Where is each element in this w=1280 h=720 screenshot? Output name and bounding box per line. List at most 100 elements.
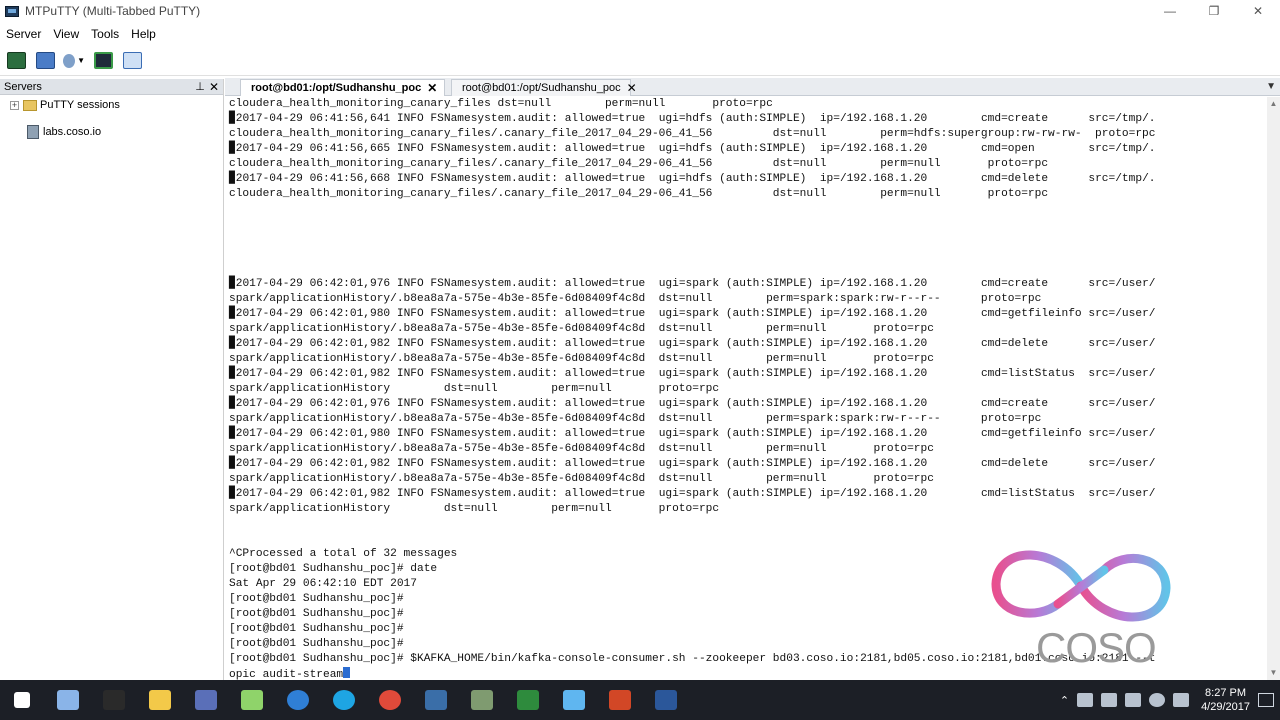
taskbar-chrome-button[interactable]: [370, 680, 410, 720]
tree-item-putty-sessions[interactable]: + PuTTY sessions: [10, 99, 120, 111]
title-bar: MTPuTTY (Multi-Tabbed PuTTY) — ❐ ✕: [0, 0, 1280, 22]
close-button[interactable]: ✕: [1236, 0, 1280, 22]
restore-button[interactable]: ❐: [1192, 0, 1236, 22]
volume-icon[interactable]: [1125, 693, 1142, 707]
terminal-line: cloudera_health_monitoring_canary_files/…: [229, 188, 1049, 200]
panel-close-icon[interactable]: ✕: [207, 80, 221, 94]
file-explorer-icon: [149, 690, 171, 710]
network-icon: [57, 690, 79, 710]
terminal-line: spark/applicationHistory/.b8ea8a7a-575e-…: [229, 413, 1042, 425]
windows-start-icon: [14, 692, 30, 708]
tree-item-labs-coso[interactable]: labs.coso.io: [27, 125, 101, 139]
clock[interactable]: 8:27 PM 4/29/2017: [1201, 686, 1250, 714]
taskbar: ⌃ 8:27 PM 4/29/2017: [0, 680, 1280, 720]
terminal-line: Sat Apr 29 06:42:10 EDT 2017: [229, 578, 417, 590]
notification-icon[interactable]: [1258, 693, 1274, 707]
menu-view[interactable]: View: [47, 27, 85, 41]
terminal-line: ▉2017-04-29 06:42:01,982 INFO FSNamesyst…: [229, 368, 1156, 380]
taskbar-excel-button[interactable]: [508, 680, 548, 720]
taskbar-network-button[interactable]: [48, 680, 88, 720]
toolbar: ▼: [0, 46, 1280, 76]
vm-icon: [471, 690, 493, 710]
terminal-line: opic audit-stream: [229, 667, 351, 680]
taskbar-snowflake-button[interactable]: [554, 680, 594, 720]
menu-tools[interactable]: Tools: [85, 27, 125, 41]
dropdown-arrow-icon[interactable]: ▼: [77, 56, 85, 65]
edge-icon: [287, 690, 309, 710]
script-button[interactable]: [121, 50, 143, 72]
server-icon: [27, 125, 39, 139]
script-icon: [122, 52, 142, 69]
taskbar-mtputty-button[interactable]: [416, 680, 456, 720]
taskbar-skype-button[interactable]: [324, 680, 364, 720]
servers-panel-title: Servers: [4, 80, 42, 93]
open-folder-button[interactable]: [34, 50, 56, 72]
chevron-up-icon[interactable]: ⌃: [1060, 694, 1069, 707]
minimize-button[interactable]: —: [1148, 0, 1192, 22]
terminal-line: [root@bd01 Sudhanshu_poc]#: [229, 608, 404, 620]
excel-icon: [517, 690, 539, 710]
terminal-line: ▉2017-04-29 06:42:01,980 INFO FSNamesyst…: [229, 308, 1156, 320]
keyboard-icon[interactable]: [1173, 693, 1190, 707]
terminal-line: ▉2017-04-29 06:42:01,980 INFO FSNamesyst…: [229, 428, 1156, 440]
taskbar-powerpoint-button[interactable]: [600, 680, 640, 720]
terminal-line: ▉2017-04-29 06:42:01,976 INFO FSNamesyst…: [229, 278, 1156, 290]
taskbar-vm-button[interactable]: [462, 680, 502, 720]
folder-icon: [35, 52, 55, 69]
tab-session-1[interactable]: root@bd01:/opt/Sudhanshu_poc ✕: [240, 79, 445, 96]
wifi-icon[interactable]: [1101, 693, 1118, 707]
terminal-line: spark/applicationHistory dst=null perm=n…: [229, 503, 720, 515]
tab-session-2[interactable]: root@bd01:/opt/Sudhanshu_poc ✕: [451, 79, 637, 96]
terminal-line: ▉2017-04-29 06:42:01,982 INFO FSNamesyst…: [229, 488, 1156, 500]
find-button[interactable]: ▼: [63, 50, 85, 72]
snowflake-icon: [563, 690, 585, 710]
taskbar-word-button[interactable]: [646, 680, 686, 720]
text-cursor: [343, 667, 351, 678]
scroll-up-icon[interactable]: ▲: [1267, 97, 1280, 111]
terminal-line: ▉2017-04-29 06:41:56,641 INFO FSNamesyst…: [229, 113, 1156, 125]
taskbar-notepad-plus-button[interactable]: [232, 680, 272, 720]
tree-item-label: labs.coso.io: [43, 126, 102, 138]
expand-icon[interactable]: +: [10, 100, 19, 110]
new-server-button[interactable]: [5, 50, 27, 72]
taskbar-mobaxterm-button[interactable]: [186, 680, 226, 720]
taskbar-apps: [0, 680, 692, 720]
taskbar-file-explorer-button[interactable]: [140, 680, 180, 720]
mtputty-app-icon: [5, 5, 19, 17]
logo-infinity-mark: [991, 550, 1171, 622]
terminal-scrollbar[interactable]: ▲ ▼: [1267, 97, 1280, 680]
coso-it-logo: COSO IT: [988, 536, 1174, 719]
word-icon: [655, 690, 677, 710]
menu-server[interactable]: Server: [0, 27, 47, 41]
taskbar-windows-start-button[interactable]: [2, 680, 42, 720]
scroll-down-icon[interactable]: ▼: [1267, 666, 1280, 680]
servers-panel: Servers ⊥ ✕ + PuTTY sessions labs.coso.i…: [0, 79, 224, 680]
monitor-icon: [93, 52, 113, 69]
tab-close-icon[interactable]: ✕: [427, 81, 437, 95]
terminal-line: spark/applicationHistory dst=null perm=n…: [229, 383, 720, 395]
tab-close-icon[interactable]: ✕: [627, 81, 637, 95]
terminal-line: spark/applicationHistory/.b8ea8a7a-575e-…: [229, 323, 934, 335]
folder-icon: [23, 99, 37, 111]
menu-help[interactable]: Help: [125, 27, 162, 41]
terminal-line: ▉2017-04-29 06:42:01,982 INFO FSNamesyst…: [229, 458, 1156, 470]
network-tray-icon[interactable]: [1077, 693, 1094, 707]
clock-time: 8:27 PM: [1205, 687, 1247, 699]
pin-icon[interactable]: ⊥: [193, 80, 207, 93]
connect-button[interactable]: [92, 50, 114, 72]
onedrive-icon[interactable]: [1149, 693, 1166, 707]
terminal-line: ▉2017-04-29 06:42:01,976 INFO FSNamesyst…: [229, 398, 1156, 410]
menu-bar: Server View Tools Help: [0, 24, 1280, 43]
terminal-line: cloudera_health_monitoring_canary_files/…: [229, 128, 1156, 140]
tab-menu-arrow-icon[interactable]: ▼: [1266, 81, 1276, 92]
notepad-plus-icon: [241, 690, 263, 710]
tab-label: root@bd01:/opt/Sudhanshu_poc: [462, 82, 621, 94]
terminal-line: [root@bd01 Sudhanshu_poc]# date: [229, 563, 438, 575]
taskbar-terminal-button[interactable]: [94, 680, 134, 720]
new-server-icon: [6, 52, 26, 69]
system-tray: ⌃ 8:27 PM 4/29/2017: [1056, 680, 1280, 720]
taskbar-edge-button[interactable]: [278, 680, 318, 720]
terminal-line: ▉2017-04-29 06:42:01,982 INFO FSNamesyst…: [229, 338, 1156, 350]
window-controls: — ❐ ✕: [1148, 0, 1280, 22]
tab-label: root@bd01:/opt/Sudhanshu_poc: [251, 82, 422, 94]
